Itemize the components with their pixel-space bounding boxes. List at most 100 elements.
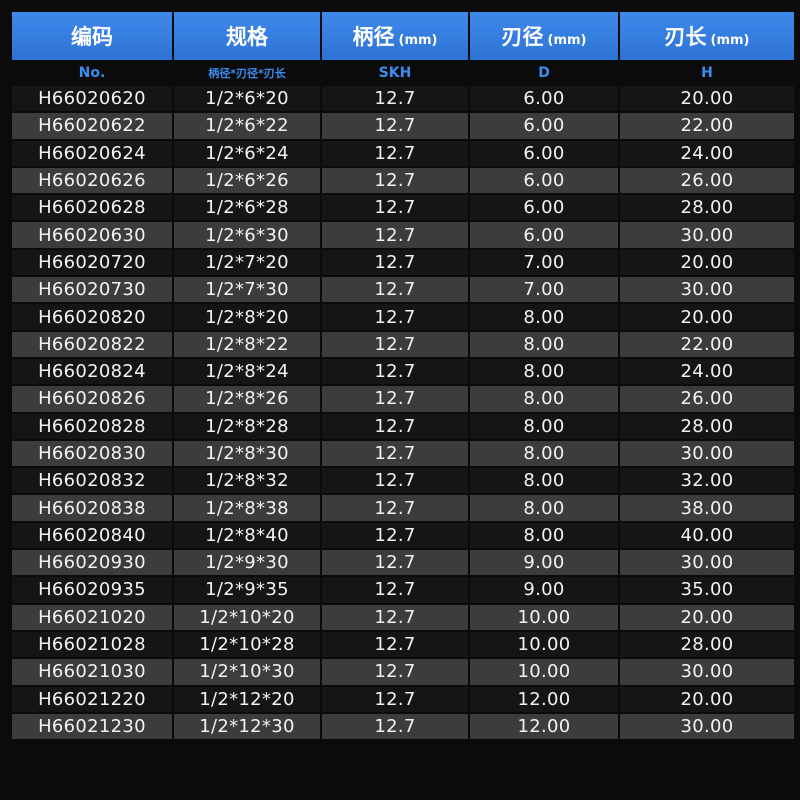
subheader-h: H <box>620 62 794 84</box>
cell-shank-diameter: 12.7 <box>322 440 468 467</box>
cell-blade-diameter: 12.00 <box>470 686 618 712</box>
cell-shank-diameter: 12.7 <box>322 468 468 494</box>
header-shank-diameter-unit: (mm) <box>398 33 438 48</box>
header-shank-diameter-label: 柄径 <box>352 25 395 49</box>
table-row: H66021230 1/2*12*30 12.7 12.00 30.00 <box>12 713 794 740</box>
cell-shank-diameter: 12.7 <box>322 277 468 303</box>
cell-code: H66020826 <box>12 386 172 412</box>
table-row: H66020822 1/2*8*22 12.7 8.00 22.00 <box>12 331 794 357</box>
cell-blade-length: 20.00 <box>620 686 794 712</box>
table-row: H66020828 1/2*8*28 12.7 8.00 28.00 <box>12 413 794 439</box>
cell-shank-diameter: 12.7 <box>322 386 468 412</box>
table-row: H66021028 1/2*10*28 12.7 10.00 28.00 <box>12 631 794 658</box>
cell-spec: 1/2*12*20 <box>174 686 320 712</box>
table-row: H66020838 1/2*8*38 12.7 8.00 38.00 <box>12 495 794 521</box>
table-row: H66021220 1/2*12*20 12.7 12.00 20.00 <box>12 686 794 712</box>
cell-blade-length: 28.00 <box>620 195 794 221</box>
cell-code: H66020830 <box>12 440 172 467</box>
cell-blade-diameter: 7.00 <box>470 249 618 276</box>
spec-sheet: 编码 规格 柄径 (mm) 刃径 (mm) 刃长 (mm) No. 柄径*刃径*刃长 … <box>0 0 800 800</box>
cell-blade-diameter: 6.00 <box>470 140 618 166</box>
cell-blade-diameter: 8.00 <box>470 413 618 439</box>
cell-code: H66020832 <box>12 468 172 494</box>
cell-code: H66021020 <box>12 604 172 630</box>
cell-shank-diameter: 12.7 <box>322 495 468 521</box>
header-blade-length-label: 刃长 <box>664 25 707 49</box>
cell-code: H66020622 <box>12 113 172 139</box>
table-row: H66020930 1/2*9*30 12.7 9.00 30.00 <box>12 550 794 576</box>
header-spec-label: 规格 <box>226 25 268 49</box>
cell-blade-diameter: 8.00 <box>470 304 618 330</box>
cell-shank-diameter: 12.7 <box>322 86 468 112</box>
cell-shank-diameter: 12.7 <box>322 577 468 603</box>
cell-blade-diameter: 6.00 <box>470 167 618 194</box>
table-header: 编码 规格 柄径 (mm) 刃径 (mm) 刃长 (mm) No. 柄径*刃径*刃长 … <box>12 12 794 84</box>
cell-shank-diameter: 12.7 <box>322 331 468 357</box>
cell-blade-diameter: 8.00 <box>470 468 618 494</box>
subheader-row: No. 柄径*刃径*刃长 SKH D H <box>12 62 794 84</box>
cell-blade-diameter: 8.00 <box>470 440 618 467</box>
cell-shank-diameter: 12.7 <box>322 713 468 740</box>
cell-spec: 1/2*10*30 <box>174 659 320 685</box>
cell-spec: 1/2*9*35 <box>174 577 320 603</box>
cell-shank-diameter: 12.7 <box>322 604 468 630</box>
header-shank-diameter: 柄径 (mm) <box>322 12 468 60</box>
cell-blade-length: 20.00 <box>620 249 794 276</box>
cell-blade-length: 30.00 <box>620 440 794 467</box>
table-row: H66020622 1/2*6*22 12.7 6.00 22.00 <box>12 113 794 139</box>
cell-shank-diameter: 12.7 <box>322 686 468 712</box>
cell-spec: 1/2*8*22 <box>174 331 320 357</box>
cell-code: H66020824 <box>12 358 172 385</box>
cell-spec: 1/2*6*20 <box>174 86 320 112</box>
cell-blade-diameter: 10.00 <box>470 604 618 630</box>
cell-blade-length: 20.00 <box>620 304 794 330</box>
cell-shank-diameter: 12.7 <box>322 659 468 685</box>
cell-code: H66020628 <box>12 195 172 221</box>
spec-table: 编码 规格 柄径 (mm) 刃径 (mm) 刃长 (mm) No. 柄径*刃径*刃长 … <box>10 10 796 741</box>
cell-spec: 1/2*10*20 <box>174 604 320 630</box>
cell-spec: 1/2*8*20 <box>174 304 320 330</box>
cell-blade-diameter: 6.00 <box>470 86 618 112</box>
cell-blade-diameter: 12.00 <box>470 713 618 740</box>
cell-blade-length: 22.00 <box>620 113 794 139</box>
cell-code: H66020630 <box>12 222 172 248</box>
header-blade-diameter-label: 刃径 <box>501 25 544 49</box>
table-row: H66020720 1/2*7*20 12.7 7.00 20.00 <box>12 249 794 276</box>
table-row: H66020630 1/2*6*30 12.7 6.00 30.00 <box>12 222 794 248</box>
cell-blade-length: 26.00 <box>620 167 794 194</box>
cell-code: H66020620 <box>12 86 172 112</box>
subheader-material: SKH <box>322 62 468 84</box>
cell-shank-diameter: 12.7 <box>322 631 468 658</box>
cell-code: H66020935 <box>12 577 172 603</box>
cell-spec: 1/2*9*30 <box>174 550 320 576</box>
cell-blade-diameter: 8.00 <box>470 495 618 521</box>
cell-blade-length: 20.00 <box>620 86 794 112</box>
table-row: H66020626 1/2*6*26 12.7 6.00 26.00 <box>12 167 794 194</box>
table-row: H66020935 1/2*9*35 12.7 9.00 35.00 <box>12 577 794 603</box>
cell-spec: 1/2*6*24 <box>174 140 320 166</box>
cell-blade-diameter: 6.00 <box>470 195 618 221</box>
table-row: H66021020 1/2*10*20 12.7 10.00 20.00 <box>12 604 794 630</box>
subheader-spec-format: 柄径*刃径*刃长 <box>174 62 320 84</box>
cell-shank-diameter: 12.7 <box>322 167 468 194</box>
header-blade-length-unit: (mm) <box>710 33 750 48</box>
cell-blade-diameter: 6.00 <box>470 222 618 248</box>
cell-blade-diameter: 10.00 <box>470 659 618 685</box>
cell-spec: 1/2*8*26 <box>174 386 320 412</box>
table-row: H66020832 1/2*8*32 12.7 8.00 32.00 <box>12 468 794 494</box>
header-spec: 规格 <box>174 12 320 60</box>
cell-blade-length: 32.00 <box>620 468 794 494</box>
header-code-label: 编码 <box>71 25 113 49</box>
table-row: H66020826 1/2*8*26 12.7 8.00 26.00 <box>12 386 794 412</box>
cell-spec: 1/2*7*20 <box>174 249 320 276</box>
table-row: H66020628 1/2*6*28 12.7 6.00 28.00 <box>12 195 794 221</box>
table-row: H66020730 1/2*7*30 12.7 7.00 30.00 <box>12 277 794 303</box>
table-row: H66020820 1/2*8*20 12.7 8.00 20.00 <box>12 304 794 330</box>
cell-code: H66020820 <box>12 304 172 330</box>
cell-shank-diameter: 12.7 <box>322 413 468 439</box>
cell-blade-length: 24.00 <box>620 358 794 385</box>
header-blade-diameter: 刃径 (mm) <box>470 12 618 60</box>
cell-code: H66020840 <box>12 522 172 549</box>
table-body: H66020620 1/2*6*20 12.7 6.00 20.00 H66020622 1… <box>12 86 794 740</box>
cell-blade-length: 24.00 <box>620 140 794 166</box>
